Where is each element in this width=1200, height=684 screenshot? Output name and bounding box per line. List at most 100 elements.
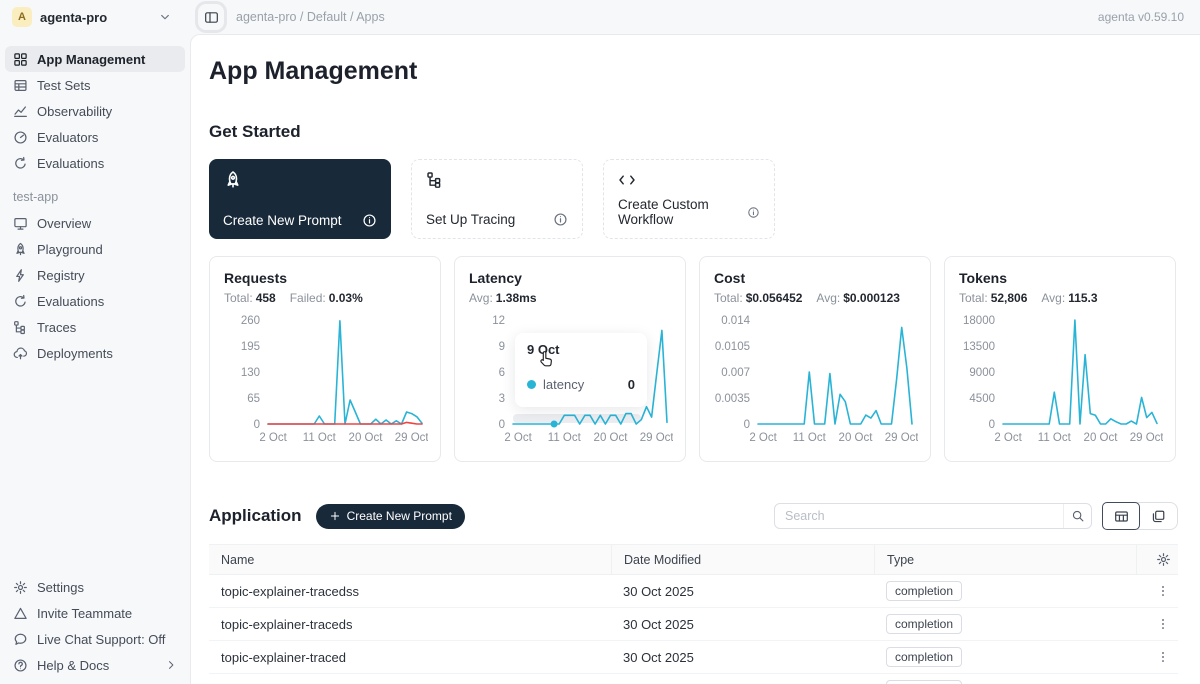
- sidebar-item-app-evaluations[interactable]: Evaluations: [5, 288, 185, 314]
- svg-text:130: 130: [241, 367, 260, 379]
- sidebar-item-evaluators[interactable]: Evaluators: [5, 124, 185, 150]
- svg-text:2 Oct: 2 Oct: [259, 432, 287, 444]
- chevron-down-icon: [158, 10, 172, 24]
- sidebar-item-label: Help & Docs: [37, 658, 109, 673]
- sidebar-item-label: Overview: [37, 216, 91, 231]
- chart-stat: Avg:$0.000123: [816, 291, 900, 305]
- search-box: [774, 503, 1092, 529]
- top-bar: A agenta-pro agenta-pro / Default / Apps…: [0, 0, 1200, 34]
- svg-text:2 Oct: 2 Oct: [994, 432, 1022, 444]
- sidebar-toggle-button[interactable]: [198, 4, 224, 30]
- sidebar-item-label: Invite Teammate: [37, 606, 132, 621]
- app-name: topic-explainer-traced: [209, 650, 611, 665]
- sidebar-item-help-docs[interactable]: Help & Docs: [5, 652, 185, 678]
- sidebar-item-label: Settings: [37, 580, 84, 595]
- sidebar-item-live-chat-support[interactable]: Live Chat Support: Off: [5, 626, 185, 652]
- sidebar-section-label: test-app: [13, 190, 177, 204]
- sidebar-item-registry[interactable]: Registry: [5, 262, 185, 288]
- row-menu-button[interactable]: [1136, 584, 1178, 598]
- table-row[interactable]: topic-explainer-traceds 30 Oct 2025 comp…: [209, 608, 1178, 641]
- row-menu-button[interactable]: [1136, 617, 1178, 631]
- chart-stat: Total:$0.056452: [714, 291, 802, 305]
- application-header: Application Create New Prompt: [209, 502, 1178, 530]
- sidebar-item-playground[interactable]: Playground: [5, 236, 185, 262]
- column-header-type[interactable]: Type: [874, 545, 1136, 574]
- svg-text:4500: 4500: [969, 393, 995, 405]
- search-input[interactable]: [775, 509, 1063, 523]
- svg-text:3: 3: [499, 393, 505, 405]
- column-header-date-modified[interactable]: Date Modified: [611, 545, 874, 574]
- app-type-badge: completion: [886, 647, 962, 667]
- info-icon[interactable]: [747, 205, 760, 220]
- sidebar-item-invite-teammate[interactable]: Invite Teammate: [5, 600, 185, 626]
- tokens-line-chart[interactable]: 18000135009000450002 Oct11 Oct20 Oct29 O…: [959, 314, 1161, 446]
- table-view-button[interactable]: [1102, 502, 1140, 530]
- sidebar: App Management Test Sets Observability E…: [0, 34, 190, 684]
- chevron-right-icon: [165, 659, 177, 671]
- card-label: Set Up Tracing: [426, 212, 515, 227]
- table-row[interactable]: career-assessment 27 Oct 2025 completion: [209, 674, 1178, 684]
- sidebar-item-overview[interactable]: Overview: [5, 210, 185, 236]
- app-type-badge: completion: [886, 581, 962, 601]
- svg-text:29 Oct: 29 Oct: [1130, 432, 1163, 444]
- chart-title: Cost: [714, 270, 916, 286]
- latency-chart-card: Latency Avg:1.38ms 1296302 Oct11 Oct20 O…: [454, 256, 686, 462]
- sidebar-item-app-management[interactable]: App Management: [5, 46, 185, 72]
- sidebar-item-evaluations[interactable]: Evaluations: [5, 150, 185, 176]
- svg-text:6: 6: [499, 367, 505, 379]
- column-header-name[interactable]: Name: [209, 545, 611, 574]
- svg-text:20 Oct: 20 Oct: [1084, 432, 1119, 444]
- create-new-prompt-button[interactable]: Create New Prompt: [316, 504, 465, 529]
- sidebar-item-deployments[interactable]: Deployments: [5, 340, 185, 366]
- svg-text:2 Oct: 2 Oct: [749, 432, 777, 444]
- svg-text:11 Oct: 11 Oct: [303, 432, 337, 444]
- sidebar-item-label: Registry: [37, 268, 85, 283]
- workspace-name: agenta-pro: [40, 10, 107, 25]
- create-new-prompt-card[interactable]: Create New Prompt: [209, 159, 391, 239]
- cost-line-chart[interactable]: 0.0140.01050.0070.003502 Oct11 Oct20 Oct…: [714, 314, 916, 446]
- code-icon: [618, 171, 636, 189]
- redo-circle-icon: [13, 156, 28, 171]
- info-icon[interactable]: [553, 212, 568, 227]
- app-name: topic-explainer-tracedss: [209, 584, 611, 599]
- sidebar-item-observability[interactable]: Observability: [5, 98, 185, 124]
- svg-text:260: 260: [241, 315, 260, 327]
- search-icon[interactable]: [1063, 504, 1091, 528]
- metrics-cards: Requests Total:458 Failed:0.03% 26019513…: [209, 256, 1178, 462]
- svg-text:195: 195: [241, 341, 260, 353]
- sidebar-item-label: Evaluations: [37, 156, 104, 171]
- info-icon[interactable]: [362, 213, 377, 228]
- breadcrumb[interactable]: agenta-pro / Default / Apps: [236, 10, 385, 24]
- chart-title: Tokens: [959, 270, 1161, 286]
- gauge-icon: [13, 130, 28, 145]
- tooltip-value: 0: [628, 377, 635, 392]
- app-type-badge: completion: [886, 614, 962, 634]
- create-custom-workflow-card[interactable]: Create Custom Workflow: [603, 159, 775, 239]
- kebab-icon: [1156, 650, 1170, 664]
- row-menu-button[interactable]: [1136, 650, 1178, 664]
- set-up-tracing-card[interactable]: Set Up Tracing: [411, 159, 583, 239]
- card-label: Create New Prompt: [223, 213, 342, 228]
- svg-text:0.007: 0.007: [721, 367, 750, 379]
- chart-stat: Total:458: [224, 291, 276, 305]
- card-view-button[interactable]: [1139, 503, 1177, 529]
- help-circle-icon: [13, 658, 28, 673]
- sidebar-footer: Settings Invite Teammate Live Chat Suppo…: [0, 574, 190, 678]
- cloud-upload-icon: [13, 346, 28, 361]
- lightning-icon: [13, 268, 28, 283]
- table-row[interactable]: topic-explainer-traced 30 Oct 2025 compl…: [209, 641, 1178, 674]
- trend-chart-icon: [13, 104, 28, 119]
- sidebar-item-traces[interactable]: Traces: [5, 314, 185, 340]
- workspace-switcher[interactable]: A agenta-pro: [0, 7, 182, 27]
- sidebar-item-test-sets[interactable]: Test Sets: [5, 72, 185, 98]
- column-settings-button[interactable]: [1136, 545, 1178, 574]
- svg-text:11 Oct: 11 Oct: [793, 432, 827, 444]
- sidebar-item-label: Deployments: [37, 346, 113, 361]
- sidebar-item-settings[interactable]: Settings: [5, 574, 185, 600]
- table-icon: [13, 78, 28, 93]
- requests-line-chart[interactable]: 2601951306502 Oct11 Oct20 Oct29 Oct: [224, 314, 426, 446]
- table-row[interactable]: topic-explainer-tracedss 30 Oct 2025 com…: [209, 575, 1178, 608]
- chart-title: Requests: [224, 270, 426, 286]
- svg-text:0: 0: [499, 419, 505, 431]
- get-started-title: Get Started: [209, 122, 1178, 142]
